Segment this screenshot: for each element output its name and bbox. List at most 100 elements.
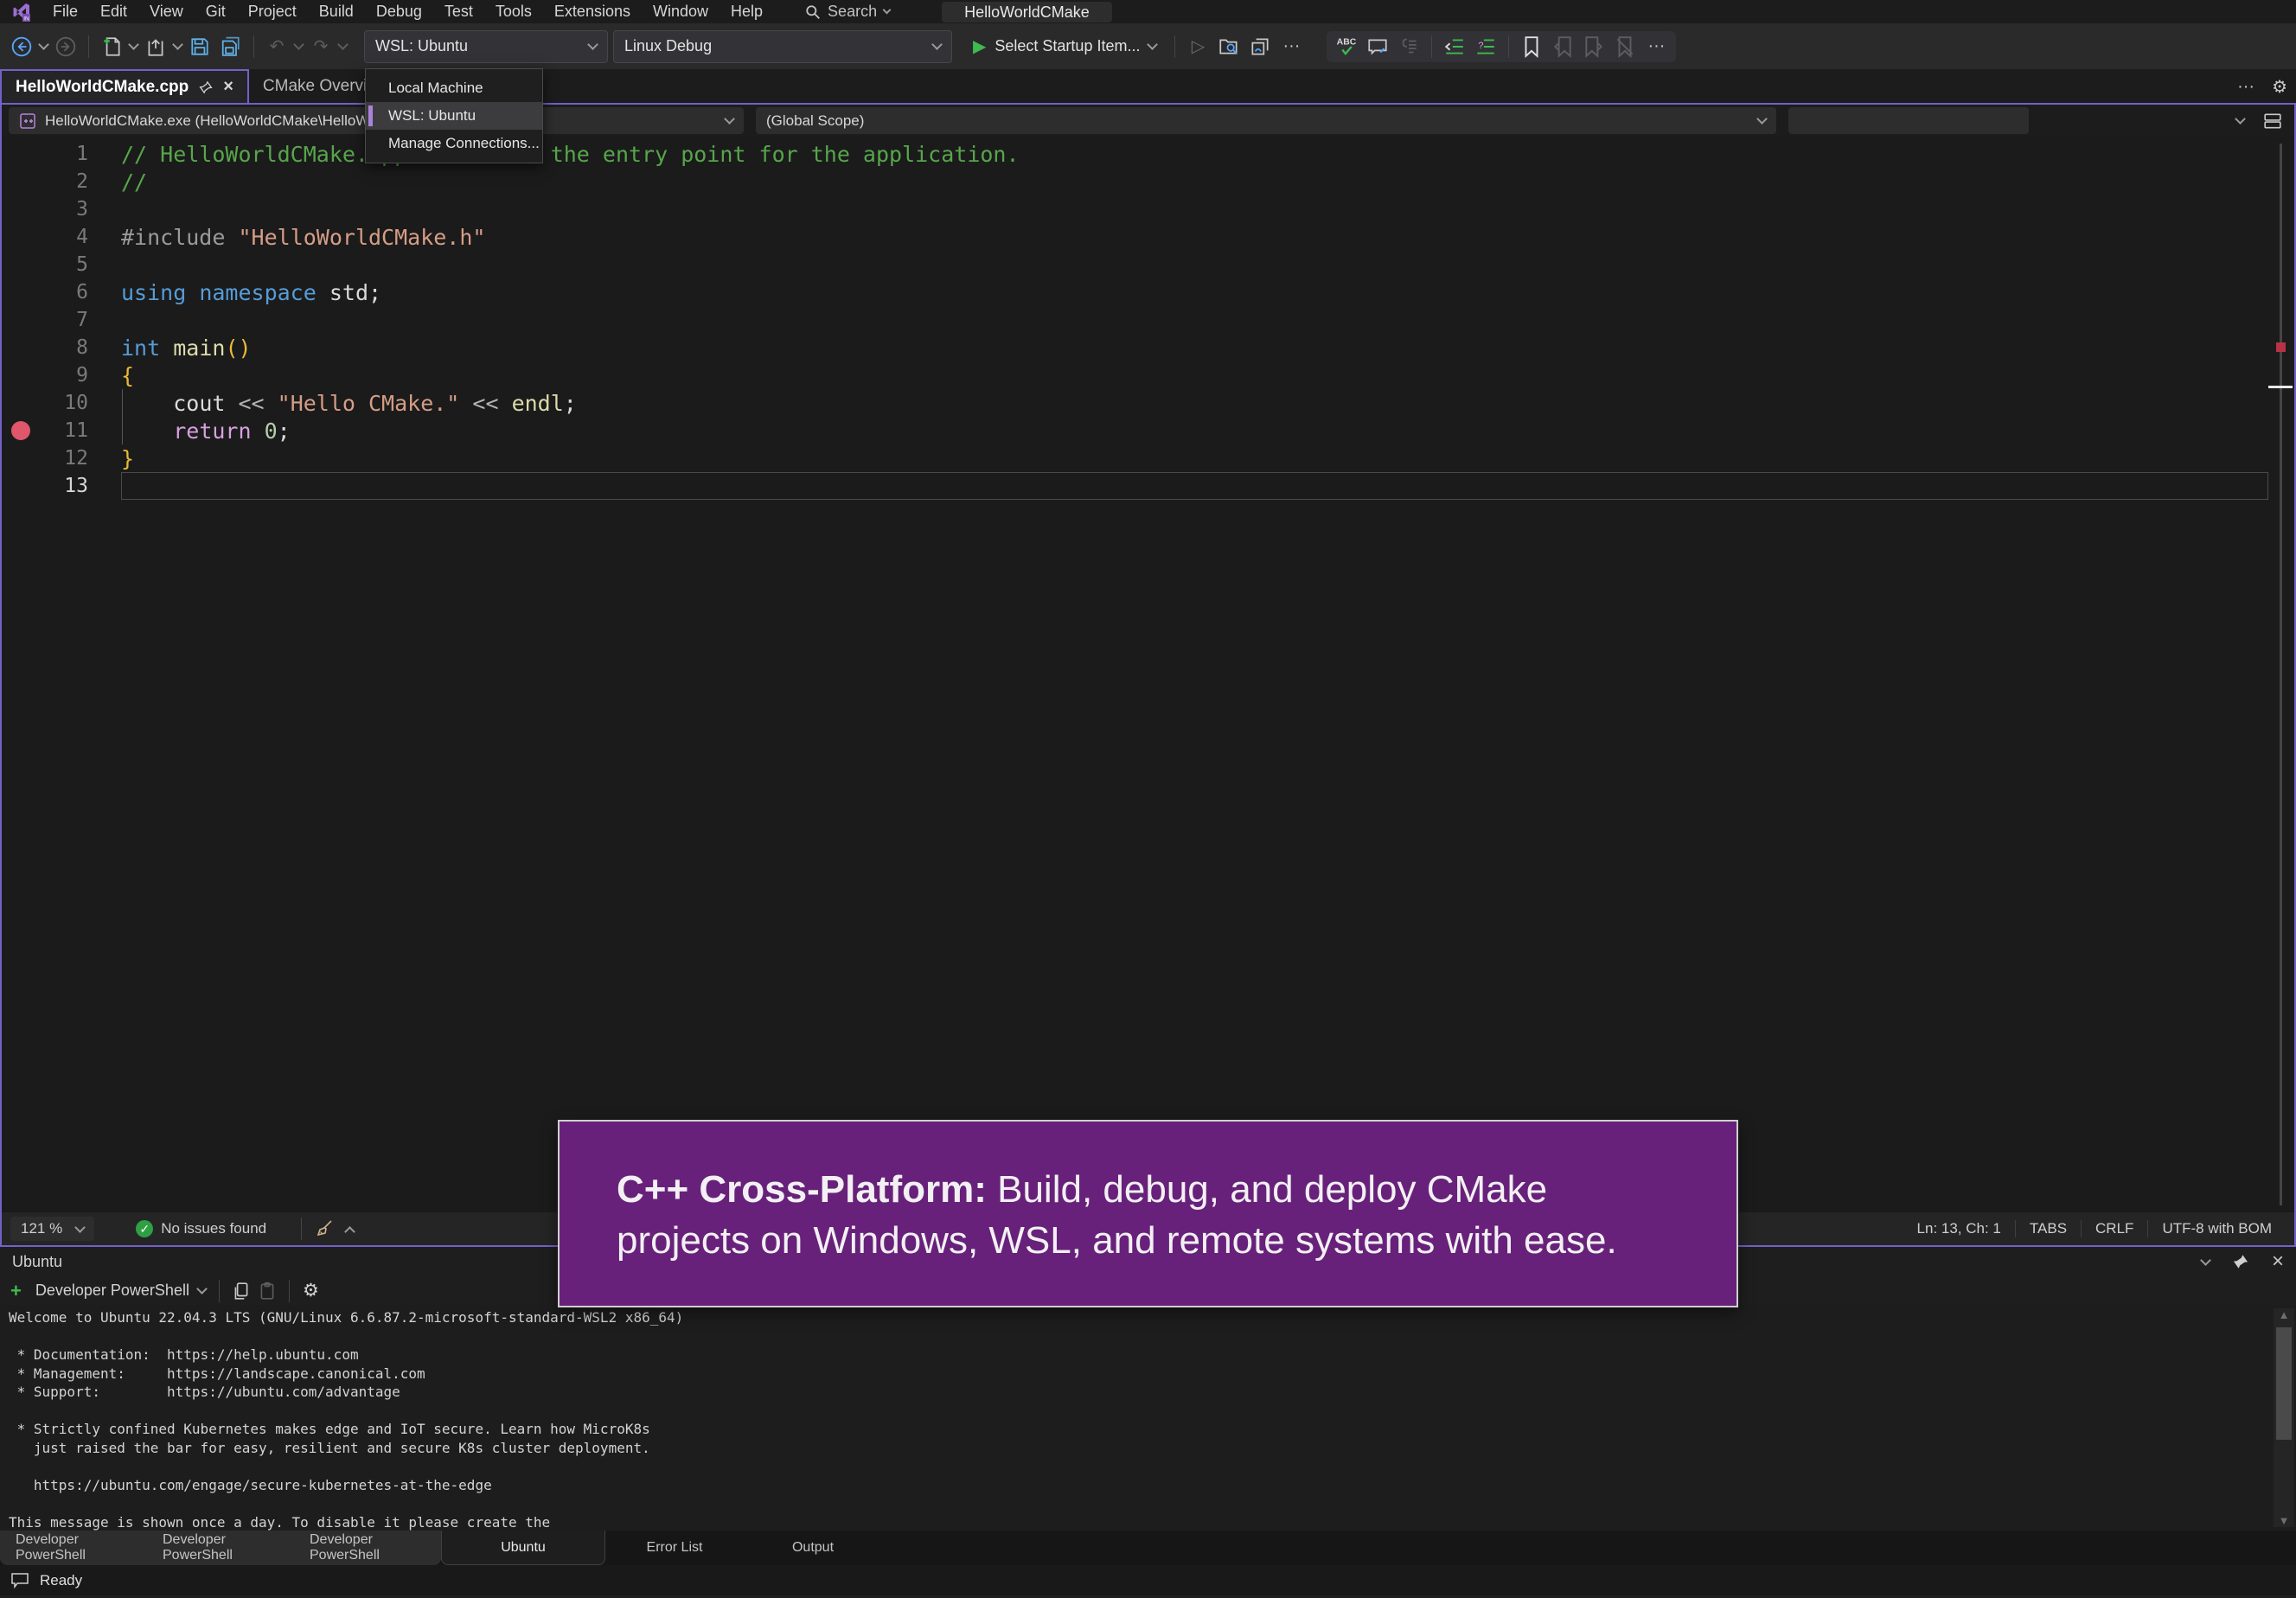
panel-close-icon[interactable]: × — [2272, 1250, 2284, 1274]
save-all-button[interactable] — [218, 34, 244, 60]
line-ending-mode[interactable]: CRLF — [2081, 1220, 2147, 1237]
cleanup-chevron-up[interactable] — [344, 1226, 355, 1237]
code-text: using namespace std; — [88, 280, 381, 305]
previous-bookmark-icon[interactable] — [1550, 34, 1576, 60]
menu-debug[interactable]: Debug — [365, 0, 433, 23]
toggle-bookmark-icon[interactable] — [1519, 34, 1545, 60]
tab-settings-gear-icon[interactable]: ⚙ — [2272, 76, 2287, 98]
new-file-chevron[interactable] — [128, 39, 139, 50]
menu-tools[interactable]: Tools — [484, 0, 543, 23]
menu-build[interactable]: Build — [308, 0, 365, 23]
line-number: 7 — [40, 309, 88, 331]
navigate-back-button[interactable] — [9, 34, 35, 60]
menu-help[interactable]: Help — [719, 0, 774, 23]
connection-dropdown-menu: Local MachineWSL: UbuntuManage Connectio… — [365, 68, 543, 163]
scope-dropdown[interactable]: (Global Scope) — [756, 107, 1776, 134]
line-number: 10 — [40, 392, 88, 414]
back-history-chevron[interactable] — [38, 39, 49, 50]
panel-tab-error-list[interactable]: Error List — [605, 1531, 744, 1565]
save-button[interactable] — [187, 34, 213, 60]
debug-configuration-value: Linux Debug — [624, 37, 712, 55]
menu-file[interactable]: File — [42, 0, 89, 23]
code-cleanup-config-icon[interactable] — [1396, 34, 1422, 60]
zoom-level-select[interactable]: 121 % — [10, 1217, 94, 1241]
terminal-line: * Management: https://landscape.canonica… — [9, 1365, 2296, 1384]
undo-button[interactable]: ↶ — [264, 34, 290, 60]
scroll-down-icon[interactable]: ▼ — [2279, 1514, 2290, 1527]
split-window-icon[interactable] — [2263, 112, 2282, 131]
menu-test[interactable]: Test — [433, 0, 484, 23]
terminal-output[interactable]: ▲ ▼ Welcome to Ubuntu 22.04.3 LTS (GNU/L… — [0, 1305, 2296, 1531]
cursor-position[interactable]: Ln: 13, Ch: 1 — [1903, 1220, 2015, 1237]
decrease-indent-icon[interactable] — [1442, 34, 1468, 60]
pin-icon[interactable] — [2232, 1253, 2249, 1270]
redo-button[interactable]: ↷ — [308, 34, 334, 60]
shell-selector[interactable]: Developer PowerShell — [35, 1282, 189, 1300]
bookmark-overflow-icon[interactable]: ··· — [1643, 34, 1669, 60]
panel-tab-developer-powershell[interactable]: Developer PowerShell — [0, 1531, 147, 1565]
menu-extensions[interactable]: Extensions — [543, 0, 642, 23]
menu-bar: IN FileEditViewGitProjectBuildDebugTestT… — [0, 0, 2296, 23]
code-text: { — [88, 363, 134, 388]
terminal-line — [9, 1402, 2296, 1421]
breakpoint-icon[interactable] — [11, 421, 30, 440]
new-terminal-icon[interactable]: + — [10, 1280, 22, 1302]
connection-option-local-machine[interactable]: Local Machine — [366, 74, 542, 102]
toolbar-overflow-icon[interactable]: ··· — [1278, 34, 1304, 60]
panel-tab-ubuntu[interactable]: Ubuntu — [441, 1531, 605, 1565]
connection-option-wsl-ubuntu[interactable]: WSL: Ubuntu — [366, 102, 542, 130]
find-in-files-icon[interactable] — [1216, 34, 1242, 60]
menu-git[interactable]: Git — [195, 0, 237, 23]
copy-icon[interactable] — [233, 1282, 250, 1301]
increase-indent-icon[interactable]: ? — [1473, 34, 1499, 60]
separator — [301, 1218, 302, 1240]
close-tab-icon[interactable]: × — [223, 77, 233, 97]
line-number: 1 — [40, 143, 88, 165]
live-share-icon[interactable] — [1247, 34, 1273, 60]
start-debugging-button[interactable]: ▶ Select Startup Item... — [964, 30, 1165, 63]
indent-mode[interactable]: TABS — [2015, 1220, 2081, 1237]
encoding-mode[interactable]: UTF-8 with BOM — [2147, 1220, 2286, 1237]
spell-check-icon[interactable]: ABC — [1333, 34, 1359, 60]
clear-bookmarks-icon[interactable] — [1612, 34, 1638, 60]
panel-tab-output[interactable]: Output — [744, 1531, 882, 1565]
breakpoint-margin[interactable] — [2, 421, 40, 440]
shell-selector-chevron[interactable] — [196, 1283, 208, 1294]
panel-chevron-down-icon[interactable] — [2200, 1255, 2211, 1266]
tab-overflow-icon[interactable]: ··· — [2237, 77, 2254, 97]
menu-window[interactable]: Window — [642, 0, 719, 23]
redo-chevron[interactable] — [337, 39, 349, 50]
run-without-debugging-icon[interactable]: ▷ — [1185, 34, 1211, 60]
search-control[interactable]: Search — [796, 2, 899, 22]
paste-icon[interactable] — [259, 1282, 276, 1301]
pin-tab-icon[interactable] — [199, 80, 213, 94]
undo-chevron[interactable] — [293, 39, 304, 50]
document-tab-helloworldcmake-cpp[interactable]: HelloWorldCMake.cpp× — [0, 69, 249, 103]
open-file-chevron[interactable] — [172, 39, 183, 50]
panel-tab-developer-powershell[interactable]: Developer PowerShell — [147, 1531, 294, 1565]
issues-indicator[interactable]: ✓ No issues found — [136, 1220, 266, 1237]
search-label: Search — [828, 3, 877, 21]
menu-edit[interactable]: Edit — [89, 0, 138, 23]
feedback-bubble-icon[interactable] — [10, 1572, 29, 1589]
connection-option-manage-connections-[interactable]: Manage Connections... — [366, 130, 542, 157]
code-cleanup-broom-icon[interactable] — [311, 1216, 337, 1242]
terminal-settings-gear-icon[interactable]: ⚙ — [303, 1280, 319, 1301]
open-file-button[interactable] — [143, 34, 169, 60]
member-dropdown[interactable] — [1788, 107, 2029, 134]
panel-tab-developer-powershell[interactable]: Developer PowerShell — [294, 1531, 441, 1565]
code-editor[interactable]: 1// HelloWorldCMake.cpp : Defines the en… — [2, 137, 2294, 1212]
terminal-scrollbar-thumb[interactable] — [2276, 1327, 2292, 1440]
promo-heading: C++ Cross-Platform: — [617, 1168, 987, 1211]
next-bookmark-icon[interactable] — [1581, 34, 1607, 60]
menu-project[interactable]: Project — [237, 0, 308, 23]
debug-configuration-combo[interactable]: Linux Debug — [613, 30, 952, 63]
menu-view[interactable]: View — [138, 0, 195, 23]
new-file-button[interactable] — [99, 34, 125, 60]
feedback-comment-icon[interactable] — [1365, 34, 1391, 60]
scroll-up-icon[interactable]: ▲ — [2279, 1308, 2290, 1321]
editor-options-chevron[interactable] — [2235, 113, 2246, 125]
navigate-forward-button[interactable] — [53, 34, 79, 60]
target-system-combo[interactable]: WSL: Ubuntu Local MachineWSL: UbuntuMana… — [364, 30, 608, 63]
separator — [219, 1280, 220, 1302]
